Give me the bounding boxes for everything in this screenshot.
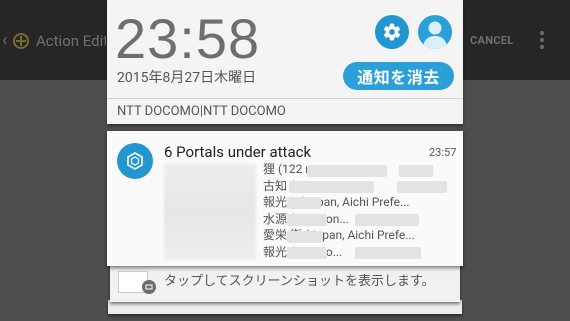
notification-header: 23:58 2015年8月27日木曜日 通知を消去 NTT DOCOMO|NTT… bbox=[107, 0, 463, 124]
redacted-region bbox=[355, 214, 419, 226]
back-arrow-icon: ‹ bbox=[2, 30, 8, 51]
redacted-region bbox=[397, 181, 447, 193]
redacted-region bbox=[399, 165, 433, 177]
redacted-region bbox=[287, 197, 321, 209]
redacted-region bbox=[287, 231, 323, 243]
settings-button[interactable] bbox=[375, 15, 409, 49]
notification-card[interactable]: 6 Portals under attack 23:57 狸 (122 na..… bbox=[107, 131, 463, 266]
stacked-notification-edge bbox=[108, 300, 462, 314]
clock-time: 23:58 bbox=[115, 7, 261, 70]
screenshot-badge-icon bbox=[142, 280, 156, 294]
overflow-menu-icon bbox=[540, 28, 544, 52]
user-avatar-icon bbox=[423, 21, 447, 49]
redacted-region bbox=[164, 164, 256, 260]
cancel-button: CANCEL bbox=[470, 34, 514, 47]
notification-title: 6 Portals under attack bbox=[164, 143, 312, 161]
background-app-title: Action Edit bbox=[36, 32, 106, 50]
screenshot-notification-row[interactable]: タップしてスクリーンショットを表示します。 bbox=[114, 268, 460, 294]
app-logo-icon bbox=[13, 33, 29, 49]
redacted-region bbox=[289, 181, 374, 193]
header-divider bbox=[107, 98, 463, 99]
redacted-region bbox=[287, 247, 327, 259]
notification-time: 23:57 bbox=[429, 146, 457, 159]
gear-icon bbox=[383, 23, 401, 41]
carrier-label: NTT DOCOMO|NTT DOCOMO bbox=[117, 104, 286, 119]
portal-app-icon bbox=[117, 143, 153, 179]
clock-date[interactable]: 2015年8月27日木曜日 bbox=[117, 67, 256, 87]
clear-all-button[interactable]: 通知を消去 bbox=[343, 62, 454, 90]
redacted-region bbox=[307, 165, 387, 177]
user-avatar-button[interactable] bbox=[418, 15, 452, 49]
redacted-region bbox=[355, 247, 421, 259]
redacted-region bbox=[287, 214, 327, 226]
screenshot-notification-text: タップしてスクリーンショットを表示します。 bbox=[164, 274, 435, 289]
